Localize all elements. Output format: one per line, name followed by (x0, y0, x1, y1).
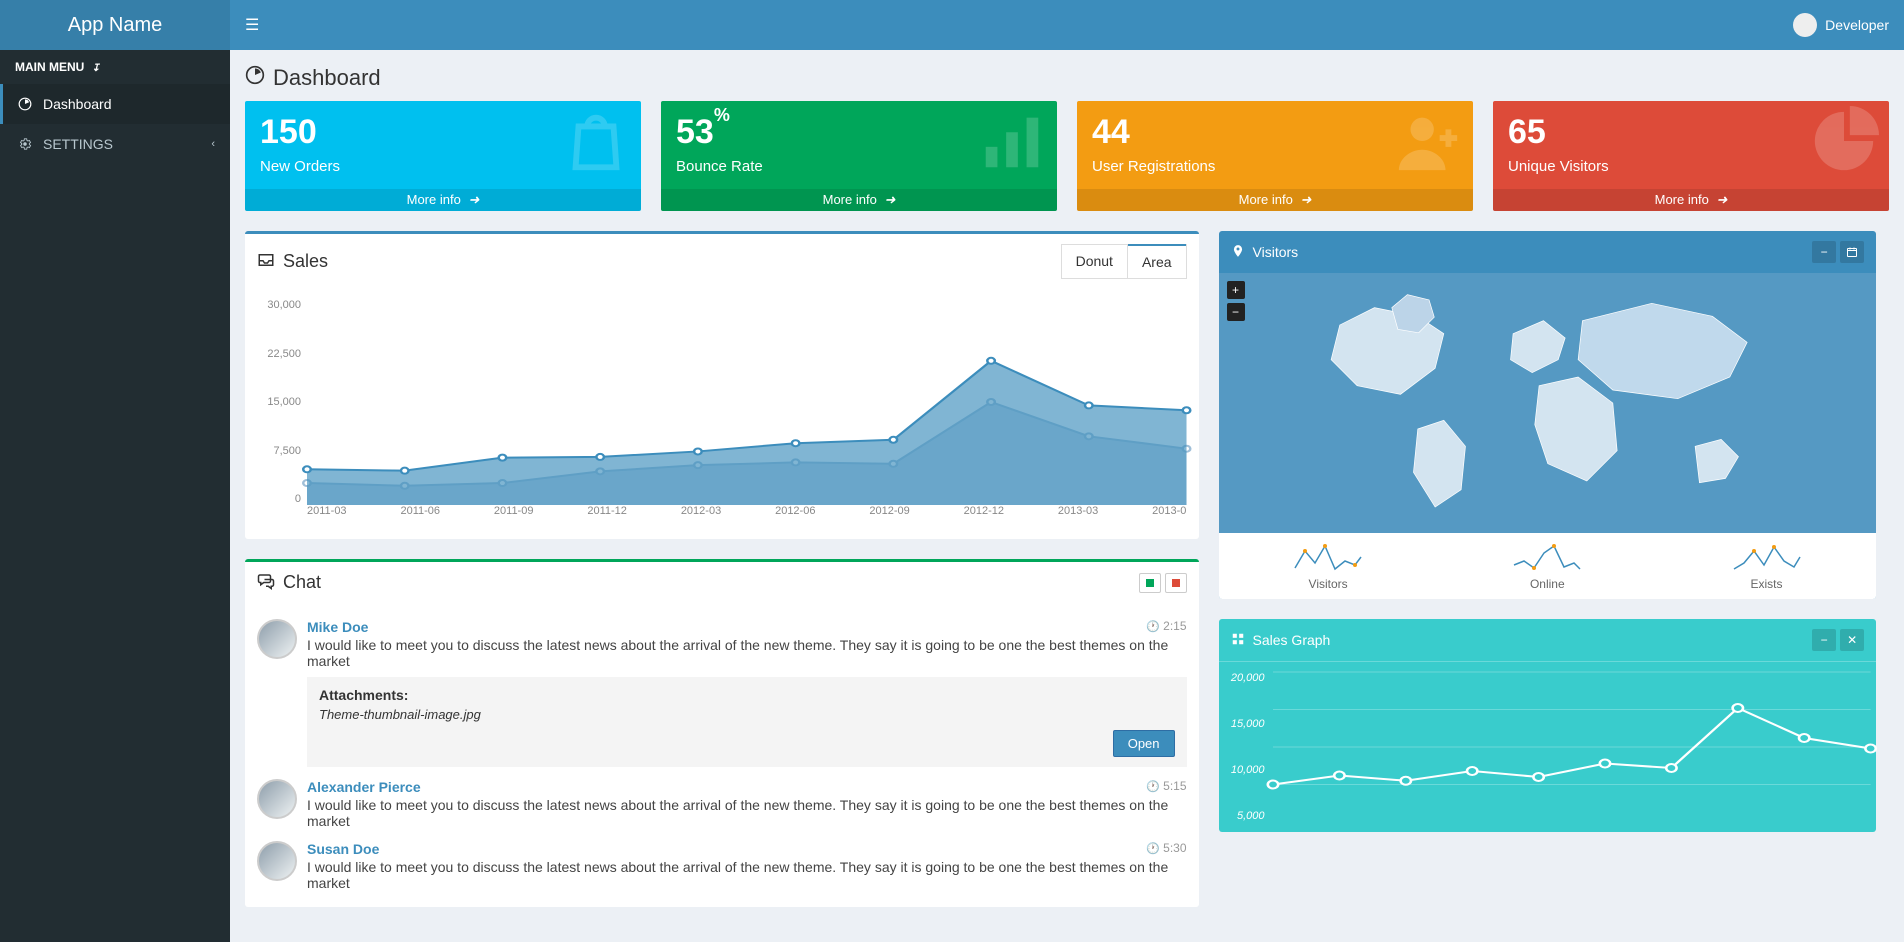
world-map[interactable]: + − (1219, 273, 1877, 533)
calendar-button[interactable] (1840, 241, 1864, 263)
chat-box: Chat Mike Doe 2:15 I would like to meet yo… (245, 559, 1199, 907)
spark-exists: Exists (1657, 533, 1876, 599)
tab-donut[interactable]: Donut (1062, 245, 1128, 278)
bag-icon (561, 106, 631, 192)
download-icon: ↧ (92, 63, 100, 74)
page-header: Dashboard (230, 50, 1904, 101)
chat-name[interactable]: Susan Doe (307, 841, 379, 857)
top-nav: ☰ Developer (230, 0, 1904, 50)
more-info-link[interactable]: More info ➜ (245, 189, 641, 211)
avatar (257, 619, 297, 659)
box-title: Chat (283, 572, 321, 593)
collapse-button[interactable]: − (1812, 241, 1836, 263)
sidebar: App Name MAIN MENU ↧ Dashboard SETTINGS … (0, 0, 230, 942)
sidebar-item-settings[interactable]: SETTINGS ‹ (0, 124, 230, 164)
spark-online: Online (1438, 533, 1657, 599)
attachment-file: Theme-thumbnail-image.jpg (319, 707, 1175, 722)
avatar (1793, 13, 1817, 37)
sales-chart: 30,00022,50015,0007,5000 2011-032011-062… (257, 299, 1187, 529)
chat-message: I would like to meet you to discuss the … (307, 797, 1187, 829)
arrow-circle-icon: ➜ (884, 192, 895, 207)
chat-message: I would like to meet you to discuss the … (307, 637, 1187, 669)
more-info-link[interactable]: More info ➜ (661, 189, 1057, 211)
chat-time: 2:15 (1146, 619, 1186, 633)
menu-header: MAIN MENU ↧ (0, 50, 230, 84)
more-info-link[interactable]: More info ➜ (1077, 189, 1473, 211)
pie-icon (1809, 106, 1879, 192)
more-info-link[interactable]: More info ➜ (1493, 189, 1889, 211)
chat-item: Susan Doe 5:30 I would like to meet you to… (257, 835, 1187, 897)
user-label: Developer (1825, 17, 1889, 33)
arrow-circle-icon: ➜ (1716, 192, 1727, 207)
chat-time: 5:30 (1146, 841, 1186, 855)
tab-area[interactable]: Area (1128, 244, 1186, 278)
zoom-out-button[interactable]: − (1227, 303, 1245, 321)
stat-new-orders: 150 New Orders More info ➜ (245, 101, 641, 211)
zoom-in-button[interactable]: + (1227, 281, 1245, 299)
menu-toggle[interactable]: ☰ (245, 15, 259, 35)
dashboard-icon (245, 65, 265, 91)
visitors-box: Visitors − + − (1219, 231, 1877, 599)
close-button[interactable]: ✕ (1840, 629, 1864, 651)
user-menu[interactable]: Developer (1793, 13, 1889, 37)
box-title: Sales Graph (1253, 632, 1331, 648)
chat-name[interactable]: Alexander Pierce (307, 779, 421, 795)
avatar (257, 841, 297, 881)
spark-visitors: Visitors (1219, 533, 1438, 599)
chat-icon (257, 572, 275, 593)
gear-icon (15, 137, 35, 151)
page-title: Dashboard (273, 65, 381, 91)
app-logo[interactable]: App Name (0, 0, 230, 50)
stat-unique-visitors: 65 Unique Visitors More info ➜ (1493, 101, 1889, 211)
avatar (257, 779, 297, 819)
chat-time: 5:15 (1146, 779, 1186, 793)
chart-tabs: Donut Area (1061, 244, 1187, 279)
chat-message: I would like to meet you to discuss the … (307, 859, 1187, 891)
status-busy-toggle[interactable] (1165, 573, 1187, 593)
sales-graph-box: Sales Graph − ✕ 20,00015,00010,0005,000 (1219, 619, 1877, 832)
box-title: Visitors (1253, 244, 1299, 260)
grid-icon (1231, 632, 1245, 649)
bars-icon (977, 106, 1047, 192)
arrow-circle-icon: ➜ (1300, 192, 1311, 207)
dashboard-icon (15, 97, 35, 111)
stat-bounce-rate: 53% Bounce Rate More info ➜ (661, 101, 1057, 211)
chevron-left-icon: ‹ (211, 138, 215, 150)
sidebar-item-label: SETTINGS (43, 136, 113, 152)
open-button[interactable]: Open (1113, 730, 1175, 757)
status-online-toggle[interactable] (1139, 573, 1161, 593)
inbox-icon (257, 251, 275, 272)
sales-graph-chart: 20,00015,00010,0005,000 (1219, 662, 1877, 822)
chat-attachment: Attachments:Theme-thumbnail-image.jpgOpe… (307, 677, 1187, 767)
sales-box: Sales Donut Area 30,00022,50015,0007,500… (245, 231, 1199, 539)
arrow-circle-icon: ➜ (468, 192, 479, 207)
sidebar-item-dashboard[interactable]: Dashboard (0, 84, 230, 124)
box-title: Sales (283, 251, 328, 272)
chat-item: Mike Doe 2:15 I would like to meet you to … (257, 613, 1187, 773)
marker-icon (1231, 244, 1245, 261)
chat-item: Alexander Pierce 5:15 I would like to meet… (257, 773, 1187, 835)
user-add-icon (1393, 106, 1463, 192)
stat-user-registrations: 44 User Registrations More info ➜ (1077, 101, 1473, 211)
sidebar-item-label: Dashboard (43, 96, 112, 112)
chat-name[interactable]: Mike Doe (307, 619, 368, 635)
collapse-button[interactable]: − (1812, 629, 1836, 651)
